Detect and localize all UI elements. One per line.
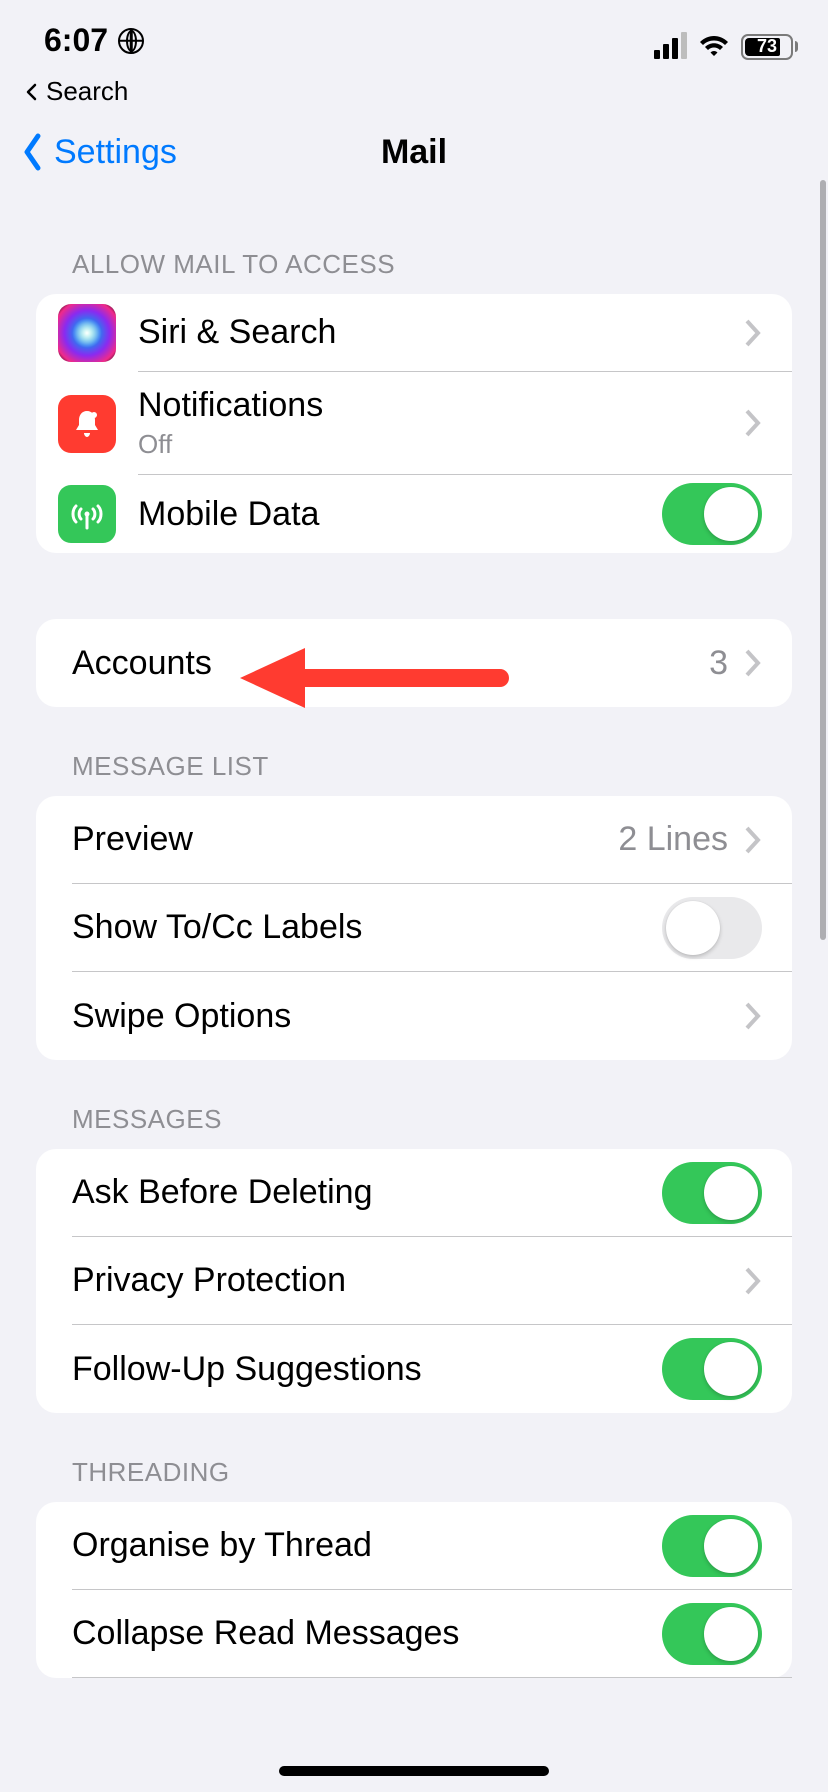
row-label: Follow‑Up Suggestions [72, 1350, 422, 1389]
toggle-mobile-data[interactable] [662, 483, 762, 545]
toggle-collapse-read[interactable] [662, 1603, 762, 1665]
section-header-access: Allow Mail to Access [36, 197, 792, 294]
row-label: Accounts [72, 644, 212, 683]
status-bar: 6:07 73 [0, 0, 828, 76]
nav-bar: Settings Mail [0, 107, 828, 197]
toggle-follow-up[interactable] [662, 1338, 762, 1400]
section-header-threading: Threading [36, 1413, 792, 1502]
wifi-icon [697, 28, 731, 65]
battery-icon: 73 [741, 34, 798, 60]
row-privacy-protection[interactable]: Privacy Protection [36, 1237, 792, 1325]
row-label: Siri & Search [138, 313, 336, 352]
battery-level: 73 [757, 36, 777, 57]
row-notifications[interactable]: Notifications Off [36, 372, 792, 475]
row-swipe-options[interactable]: Swipe Options [36, 972, 792, 1060]
row-subtitle: Off [138, 429, 323, 460]
row-organise-by-thread[interactable]: Organise by Thread [36, 1502, 792, 1590]
row-label: Swipe Options [72, 997, 291, 1036]
section-header-message-list: Message List [36, 707, 792, 796]
cellular-icon [654, 35, 687, 59]
chevron-right-icon [744, 825, 762, 855]
card-messages: Ask Before Deleting Privacy Protection F… [36, 1149, 792, 1413]
bell-icon [58, 395, 116, 453]
row-show-tocc[interactable]: Show To/Cc Labels [36, 884, 792, 972]
chevron-right-icon [744, 318, 762, 348]
row-label: Notifications [138, 386, 323, 425]
chevron-right-icon [744, 408, 762, 438]
chevron-right-icon [744, 1266, 762, 1296]
chevron-right-icon [744, 1001, 762, 1031]
row-label: Show To/Cc Labels [72, 908, 362, 947]
globe-icon [118, 28, 144, 54]
preview-value: 2 Lines [618, 820, 728, 859]
scroll-indicator[interactable] [820, 180, 826, 940]
home-indicator[interactable] [279, 1766, 549, 1776]
row-ask-before-deleting[interactable]: Ask Before Deleting [36, 1149, 792, 1237]
card-threading: Organise by Thread Collapse Read Message… [36, 1502, 792, 1678]
row-label: Ask Before Deleting [72, 1173, 373, 1212]
row-label: Organise by Thread [72, 1526, 372, 1565]
row-collapse-read[interactable]: Collapse Read Messages [36, 1590, 792, 1678]
row-mobile-data[interactable]: Mobile Data [36, 475, 792, 553]
antenna-icon [58, 485, 116, 543]
row-follow-up[interactable]: Follow‑Up Suggestions [36, 1325, 792, 1413]
row-label: Privacy Protection [72, 1261, 346, 1300]
card-accounts: Accounts 3 [36, 619, 792, 707]
row-label: Mobile Data [138, 495, 319, 534]
card-message-list: Preview 2 Lines Show To/Cc Labels Swipe … [36, 796, 792, 1060]
status-time: 6:07 [44, 22, 108, 59]
row-preview[interactable]: Preview 2 Lines [36, 796, 792, 884]
row-label: Preview [72, 820, 193, 859]
row-siri-search[interactable]: Siri & Search [36, 294, 792, 372]
chevron-right-icon [744, 648, 762, 678]
breadcrumb-label: Search [46, 76, 128, 107]
page-title: Mail [0, 133, 828, 172]
breadcrumb-back[interactable]: Search [0, 76, 828, 107]
toggle-ask-delete[interactable] [662, 1162, 762, 1224]
accounts-count: 3 [709, 644, 728, 683]
row-accounts[interactable]: Accounts 3 [36, 619, 792, 707]
toggle-organise-thread[interactable] [662, 1515, 762, 1577]
section-header-messages: Messages [36, 1060, 792, 1149]
row-label: Collapse Read Messages [72, 1614, 459, 1653]
toggle-show-tocc[interactable] [662, 897, 762, 959]
card-access: Siri & Search Notifications Off Mobile D… [36, 294, 792, 553]
siri-icon [58, 304, 116, 362]
